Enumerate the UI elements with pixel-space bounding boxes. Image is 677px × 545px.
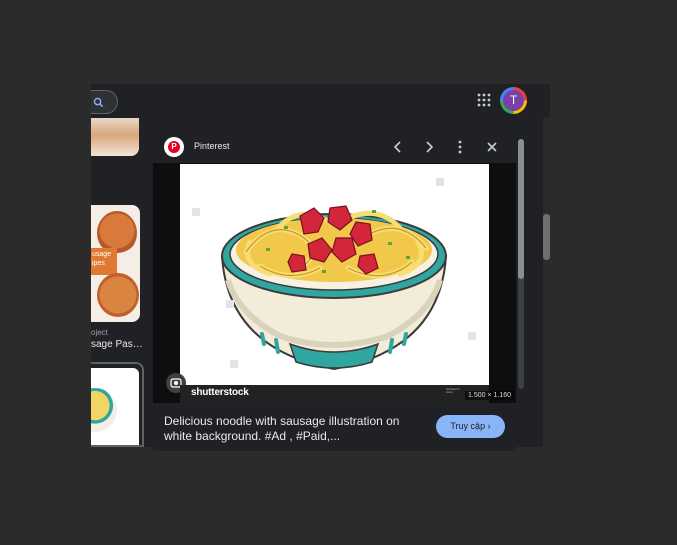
preview-scrollbar[interactable] <box>518 139 524 389</box>
chevron-left-icon[interactable] <box>389 138 407 156</box>
chevron-right-icon[interactable] <box>420 138 438 156</box>
preview-image[interactable] <box>180 164 489 386</box>
preview-header: P Pinterest <box>153 131 516 163</box>
preview-title[interactable]: Delicious noodle with sausage illustrati… <box>164 414 424 444</box>
thumbnail-label: usage ipes <box>91 248 117 275</box>
search-icon[interactable] <box>93 95 104 113</box>
chevron-right-icon: › <box>487 421 491 431</box>
watermark-bar: shutterstock IMAGE ID www. <box>180 385 489 403</box>
account-avatar[interactable]: T <box>500 87 527 114</box>
result-title[interactable]: sage Pas… <box>91 339 143 350</box>
thumbnail-image <box>91 368 139 445</box>
avatar-initial: T <box>503 90 524 111</box>
pinterest-icon[interactable]: P <box>164 137 184 157</box>
result-source: oject <box>91 328 108 337</box>
thumbnail-label-line: usage <box>92 251 112 258</box>
search-box[interactable] <box>91 90 118 114</box>
selected-result-thumbnail[interactable] <box>91 362 144 447</box>
image-preview-panel: P Pinterest shutterstock IMAGE ID www. 1… <box>153 131 524 451</box>
top-bar: T <box>91 84 550 118</box>
thumbnail-label-line: ipes <box>92 260 105 267</box>
image-dimensions: 1.500 × 1.160 <box>465 391 515 400</box>
shutterstock-logo: shutterstock <box>191 387 249 398</box>
result-thumbnail[interactable]: usage ipes <box>91 205 140 322</box>
result-thumbnail[interactable] <box>91 118 139 156</box>
page-scrollbar[interactable] <box>543 118 550 447</box>
food-photo <box>97 273 139 317</box>
preview-scrollbar-thumb[interactable] <box>518 139 524 279</box>
page-scrollbar-thumb[interactable] <box>543 214 550 260</box>
watermark-fine-print: IMAGE ID www. <box>446 387 460 394</box>
preview-source[interactable]: Pinterest <box>194 141 230 151</box>
noodle-bowl-illustration <box>192 178 476 371</box>
bowl-image <box>91 388 117 432</box>
preview-image-area[interactable]: shutterstock IMAGE ID www. 1.500 × 1.160 <box>153 163 516 403</box>
visit-button[interactable]: Truy cập › <box>436 415 505 438</box>
close-icon[interactable] <box>483 138 501 156</box>
more-vert-icon[interactable] <box>451 138 469 156</box>
visit-label: Truy cập <box>450 421 486 431</box>
apps-grid-icon[interactable] <box>477 93 491 107</box>
